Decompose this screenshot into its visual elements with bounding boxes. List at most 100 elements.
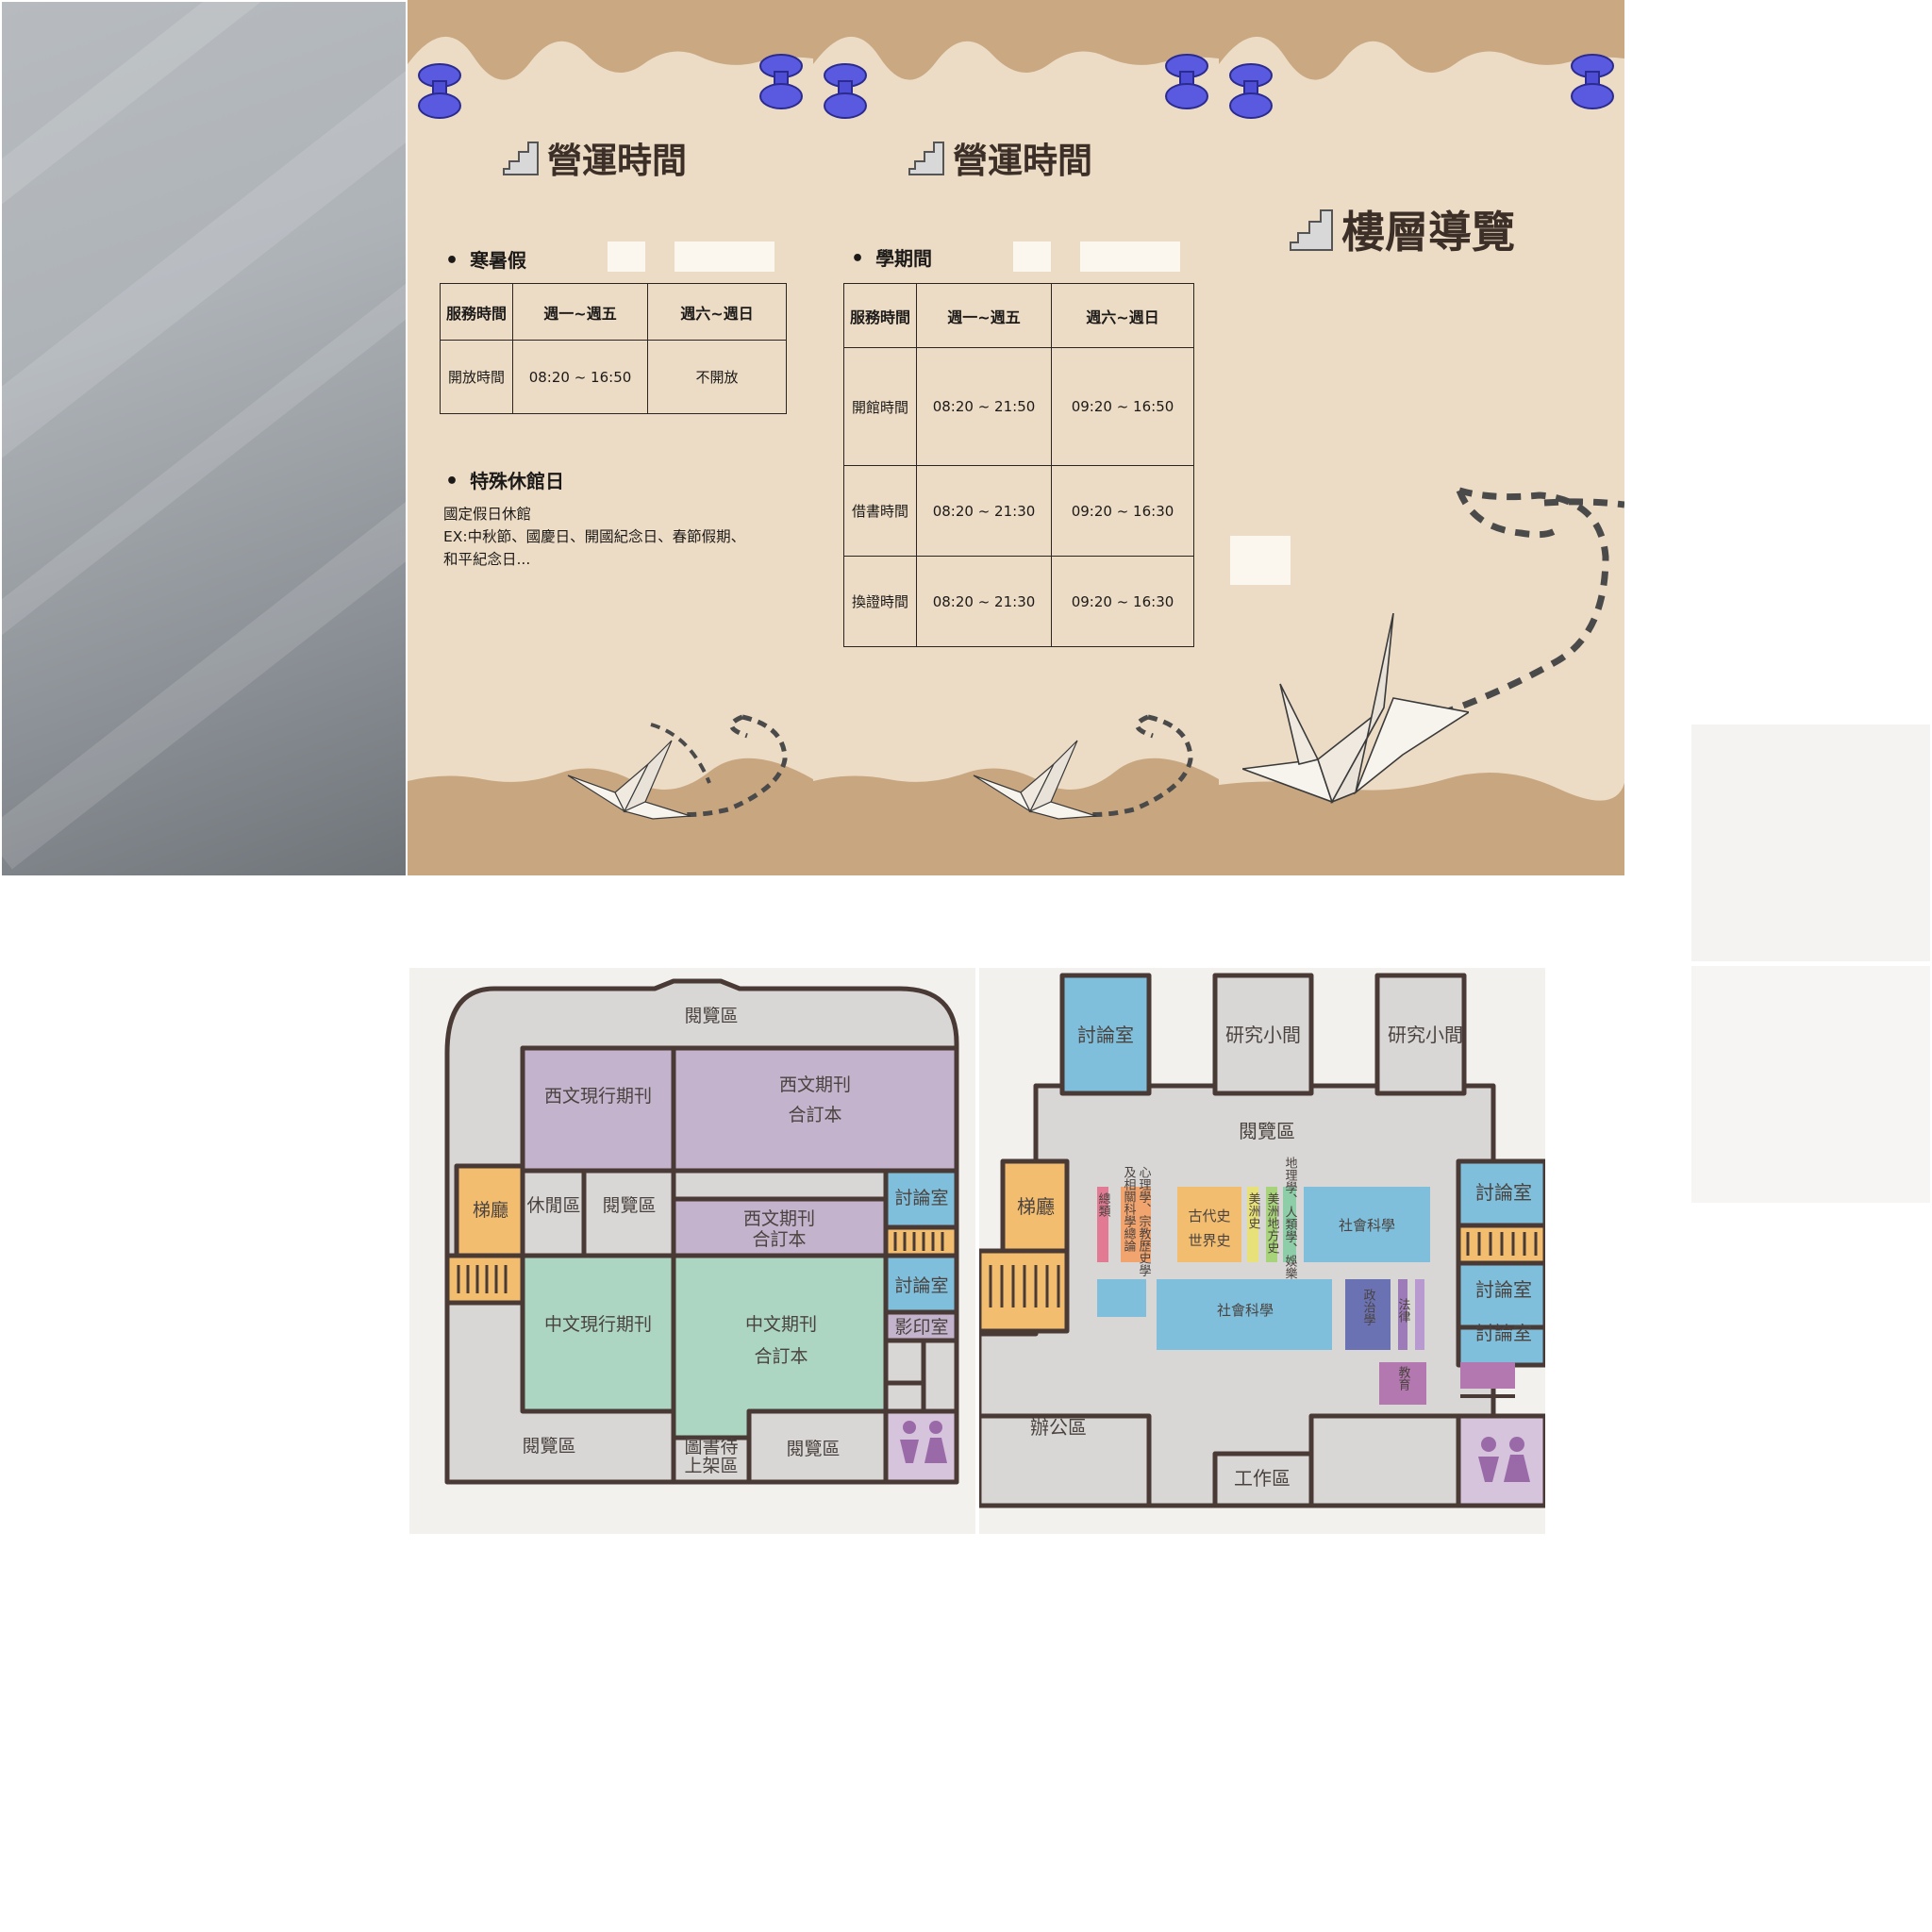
table-header: 週一~週五 [512,283,648,341]
table-cell: 09:20 ~ 16:30 [1051,556,1194,647]
blank-block [1013,242,1051,272]
area-label: 研究小間 [1225,1024,1301,1046]
area-label: 合訂本 [754,1346,808,1367]
table-cell: 08:20 ~ 16:50 [512,340,648,414]
area-label: 合訂本 [788,1105,841,1125]
area-label: 美洲地方史 [1265,1192,1280,1255]
area-label: 及相關科學總論 [1122,1166,1137,1252]
blank-panel [1691,966,1930,1203]
blank-block [1230,536,1291,585]
table-cell: 08:20 ~ 21:50 [916,347,1052,466]
paper-crane-icon [973,740,1097,820]
area-label: 討論室 [894,1188,948,1208]
blank-block [608,242,645,272]
page-title: 營運時間 [502,132,687,183]
area-label: 社會科學 [1339,1217,1395,1234]
area-label: 討論室 [894,1275,948,1296]
area-label: 西文期刊 [743,1208,815,1229]
table-cell: 08:20 ~ 21:30 [916,556,1052,647]
area-label: 閱覽區 [522,1436,575,1457]
section-title-vacation: 寒暑假 [445,245,526,273]
floor-plan-1-map: 閱覽區 西文現行期刊 西文期刊 合訂本 梯廳 休閒區 閱覽區 西文期刊 合訂本 … [444,978,959,1485]
brochure-panel-hours-vacation: 營運時間 寒暑假 服務時間 週一~週五 週六~週日 開放時間 08:20 ~ 1… [408,0,813,875]
area-label: 討論室 [1475,1322,1532,1344]
section-title-closures: 特殊休館日 [445,466,564,493]
heading-text: 樓層導覽 [1341,207,1515,258]
closure-line: 和平紀念日... [443,551,531,568]
area-label: 討論室 [1475,1278,1532,1301]
table-cell: 開放時間 [440,340,513,414]
blank-block [675,242,774,272]
area-label: 總類 [1096,1191,1111,1217]
paper-crane-icon [1242,613,1469,804]
pushpin-icon [759,54,803,109]
page-title: 營運時間 [908,132,1092,183]
area-label: 研究小間 [1388,1024,1463,1046]
floor-plan-2: 討論室 研究小間 研究小間 閱覽區 梯廳 討論室 討論室 討論室 辦公區 工作區… [979,968,1545,1534]
heading-text: 營運時間 [953,141,1092,181]
table-cell: 不開放 [647,340,787,414]
table-header: 服務時間 [843,283,917,348]
table-header: 週六~週日 [647,283,787,341]
pushpin-icon [1229,63,1273,119]
table-row: 換證時間 08:20 ~ 21:30 09:20 ~ 16:30 [843,556,1194,647]
area-label: 休閒區 [526,1195,580,1216]
area-label: 梯廳 [1017,1195,1055,1218]
table-cell: 09:20 ~ 16:50 [1051,347,1194,466]
pushpin-icon [1571,54,1614,109]
area-label: 閱覽區 [786,1439,840,1459]
area-label: 法律 [1396,1298,1411,1323]
area-label: 美洲史 [1246,1192,1261,1230]
floor-plan-2-map: 討論室 研究小間 研究小間 閱覽區 梯廳 討論室 討論室 討論室 辦公區 工作區… [979,973,1545,1508]
grey-cover-panel [2,2,406,875]
paper-crane-icon [567,740,691,820]
heading-text: 營運時間 [547,141,687,181]
vacation-hours-table: 服務時間 週一~週五 週六~週日 開放時間 08:20 ~ 16:50 不開放 [440,283,787,414]
table-cell: 08:20 ~ 21:30 [916,465,1052,557]
table-row: 借書時間 08:20 ~ 21:30 09:20 ~ 16:30 [843,465,1194,557]
pushpin-icon [824,63,867,119]
area-label: 教育 [1396,1365,1411,1391]
semester-hours-table: 服務時間 週一~週五 週六~週日 開館時間 08:20 ~ 21:50 09:2… [843,283,1194,647]
area-label: 地理學、人類學、娛樂 [1283,1157,1298,1279]
area-label: 影印室 [894,1317,948,1338]
stairs-icon [908,142,944,175]
table-header: 週六~週日 [1051,283,1194,348]
area-label: 政治學 [1361,1289,1376,1325]
pushpin-icon [418,63,461,119]
stairs-icon [1290,209,1333,251]
closure-line: EX:中秋節、國慶日、開國紀念日、春節假期、 [443,528,746,545]
closure-line: 國定假日休館 [443,506,532,523]
area-label: 閱覽區 [684,1006,738,1026]
table-cell: 開館時間 [843,347,917,466]
area-label: 中文現行期刊 [544,1314,652,1335]
blank-panel [1691,724,1930,961]
area-label: 上架區 [684,1456,738,1476]
area-label: 討論室 [1475,1181,1532,1204]
area-label: 閱覽區 [602,1195,656,1216]
table-row: 開放時間 08:20 ~ 16:50 不開放 [440,340,787,414]
table-row: 開館時間 08:20 ~ 21:50 09:20 ~ 16:50 [843,347,1194,466]
table-cell: 借書時間 [843,465,917,557]
area-label: 西文現行期刊 [544,1086,652,1107]
area-label: 世界史 [1188,1232,1230,1249]
table-header: 服務時間 [440,283,513,341]
brochure-panel-hours-semester: 營運時間 學期間 服務時間 週一~週五 週六~週日 開館時間 08:20 ~ 2… [813,0,1219,875]
section-title-semester: 學期間 [851,243,932,271]
area-label: 古代史 [1188,1208,1230,1224]
pushpin-icon [1165,54,1208,109]
area-label: 圖書待 [684,1437,738,1457]
area-label: 心理學、宗教歷史學 [1137,1166,1152,1276]
area-label: 閱覽區 [1239,1120,1295,1142]
closure-text: 國定假日休館 EX:中秋節、國慶日、開國紀念日、春節假期、 和平紀念日... [443,503,745,571]
area-label: 西文期刊 [779,1074,851,1095]
floor-plan-1: 閱覽區 西文現行期刊 西文期刊 合訂本 梯廳 休閒區 閱覽區 西文期刊 合訂本 … [409,968,975,1534]
brochure-panel-floor-guide: 樓層導覽 [1219,0,1624,875]
area-label: 中文期刊 [745,1314,817,1335]
stairs-icon [503,142,539,175]
area-label: 梯廳 [473,1200,508,1221]
blank-block [1080,242,1180,272]
area-label: 社會科學 [1217,1302,1274,1319]
area-label: 合訂本 [752,1229,806,1250]
area-label: 工作區 [1234,1467,1291,1490]
